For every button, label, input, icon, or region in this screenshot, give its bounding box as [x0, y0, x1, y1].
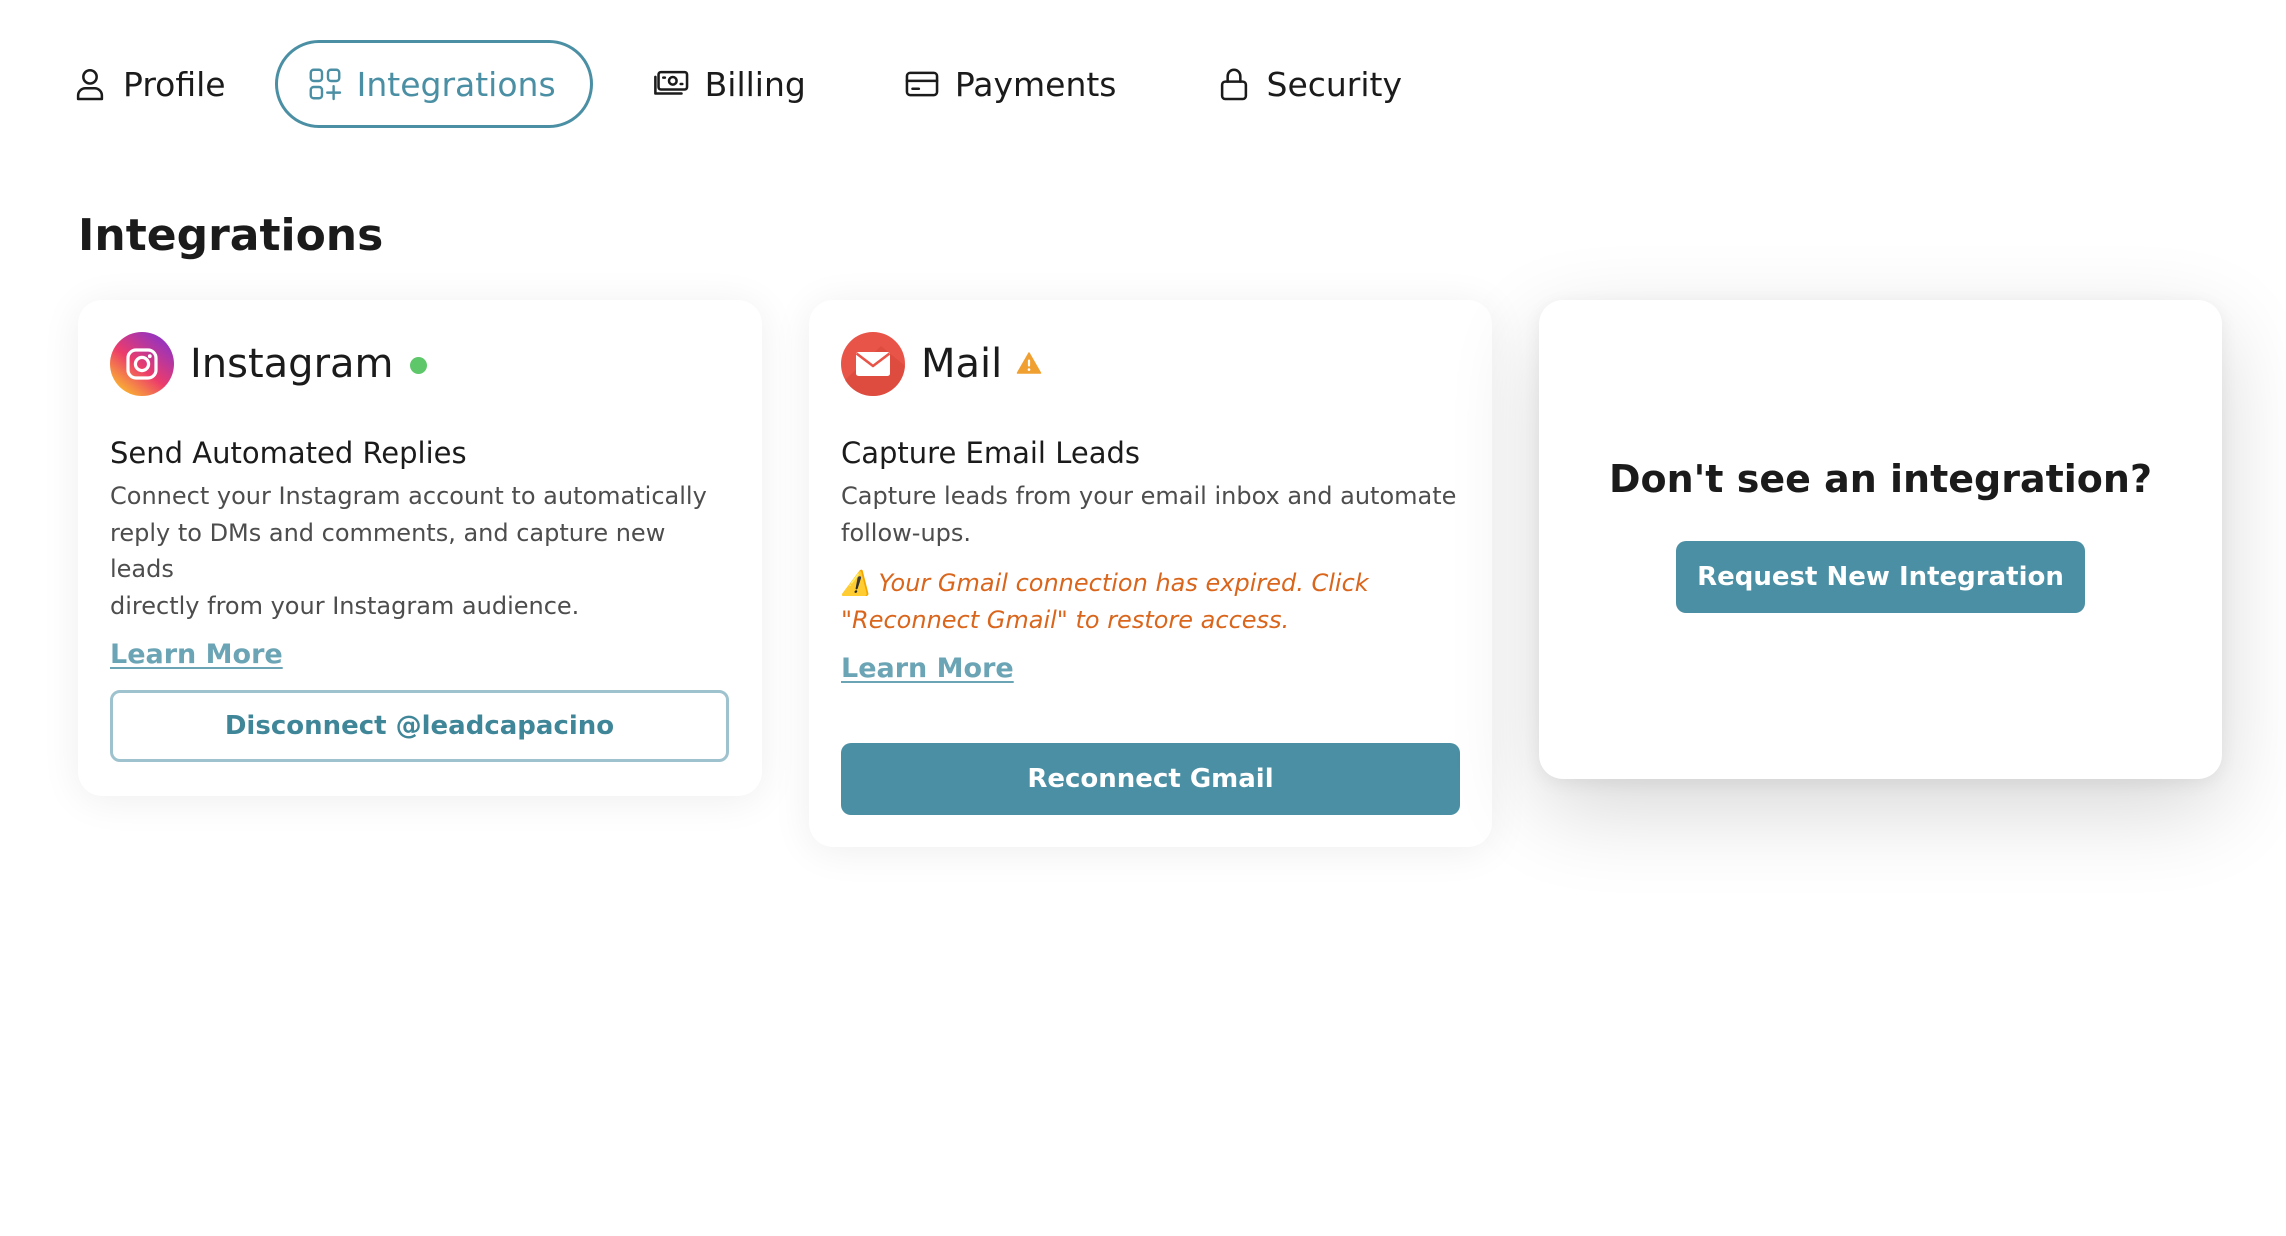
mail-integration-card: Mail Capture Email Leads Capture leads f…: [809, 300, 1492, 847]
description-line: Connect your Instagram account to automa…: [110, 482, 707, 510]
instagram-learn-more-link[interactable]: Learn More: [110, 638, 283, 672]
tab-billing-label: Billing: [704, 64, 806, 104]
tab-profile-label: Profile: [123, 64, 226, 104]
connection-expired-warning: ⚠️ Your Gmail connection has expired. Cl…: [841, 565, 1460, 638]
integration-subtitle: Capture Email Leads: [841, 436, 1140, 470]
mail-icon: [841, 332, 905, 396]
integration-name: Mail: [921, 341, 1003, 387]
warning-line: ⚠️ Your Gmail connection has expired. Cl…: [841, 569, 1369, 597]
grid-plus-icon: [309, 68, 341, 101]
request-integration-card: Don't see an integration? Request New In…: [1539, 300, 2222, 779]
description-line: Capture leads from your email inbox and …: [841, 482, 1457, 510]
integration-name: Instagram: [190, 341, 394, 387]
warning-icon: [1017, 352, 1042, 374]
description-line: follow-ups.: [841, 518, 972, 547]
request-new-integration-button[interactable]: Request New Integration: [1676, 540, 2085, 613]
page-title: Integrations: [78, 210, 384, 261]
mail-learn-more-link[interactable]: Learn More: [841, 652, 1014, 686]
instagram-integration-card: Instagram Send Automated Replies Connect…: [78, 300, 762, 796]
banknote-icon: [653, 70, 688, 95]
request-integration-title: Don't see an integration?: [1608, 456, 2153, 501]
reconnect-gmail-button[interactable]: Reconnect Gmail: [841, 743, 1460, 815]
tab-billing[interactable]: Billing: [653, 40, 806, 128]
tab-payments[interactable]: Payments: [903, 40, 1117, 128]
settings-tabs: Profile Integrations Billing Payments Se…: [71, 40, 1402, 128]
card-header: Mail: [841, 332, 1460, 396]
integration-subtitle: Send Automated Replies: [110, 436, 467, 470]
tab-security[interactable]: Security: [1215, 40, 1403, 128]
instagram-icon: [110, 332, 174, 396]
tab-integrations-label: Integrations: [356, 64, 556, 104]
tab-payments-label: Payments: [954, 64, 1117, 104]
integration-description: Capture leads from your email inbox and …: [841, 478, 1460, 551]
credit-card-icon: [905, 71, 939, 97]
user-icon: [76, 68, 104, 101]
warning-line: "Reconnect Gmail" to restore access.: [841, 605, 1290, 634]
connected-status-dot: [409, 356, 427, 374]
tab-profile[interactable]: Profile: [71, 40, 226, 128]
tab-integrations[interactable]: Integrations: [274, 40, 593, 128]
tab-security-label: Security: [1266, 64, 1403, 104]
description-line: directly from your Instagram audience.: [110, 591, 580, 620]
lock-icon: [1220, 68, 1247, 101]
description-line: reply to DMs and comments, and capture n…: [110, 518, 666, 584]
disconnect-instagram-button[interactable]: Disconnect @leadcapacino: [110, 690, 729, 762]
card-header: Instagram: [110, 332, 730, 396]
integration-description: Connect your Instagram account to automa…: [110, 478, 730, 624]
